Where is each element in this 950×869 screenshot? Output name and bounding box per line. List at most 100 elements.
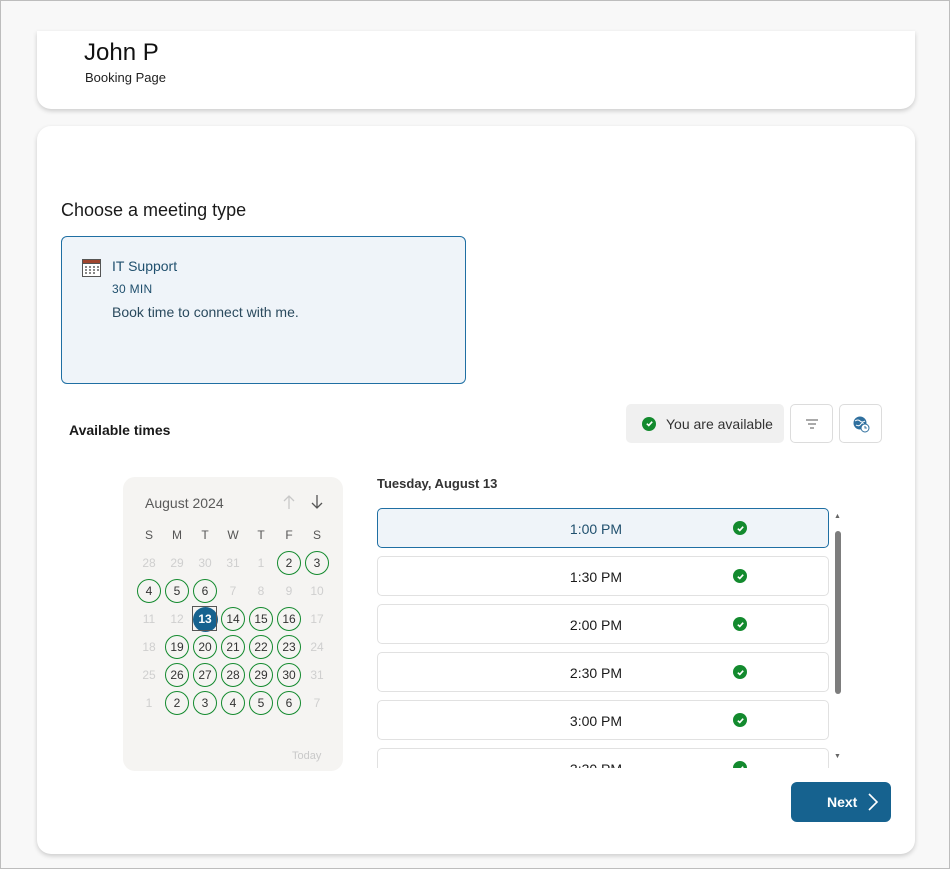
calendar-day[interactable]: 30 <box>275 661 303 689</box>
weekday-label: F <box>285 528 293 542</box>
check-circle-icon <box>733 665 747 679</box>
chevron-right-icon <box>868 793 879 811</box>
calendar-day[interactable]: 26 <box>163 661 191 689</box>
calendar-day[interactable]: 3 <box>303 549 331 577</box>
scroll-down-arrow-icon[interactable]: ▼ <box>834 753 841 760</box>
calendar-week-row: 11 12 13 14 15 16 17 <box>135 605 331 633</box>
calendar-day-number: 16 <box>277 607 301 631</box>
filter-button[interactable] <box>790 404 833 443</box>
time-slot-label: 2:00 PM <box>569 617 623 633</box>
calendar-day: 31 <box>219 549 247 577</box>
calendar-day[interactable]: 4 <box>219 689 247 717</box>
weekday-label: S <box>312 528 321 542</box>
calendar-day[interactable]: 4 <box>135 577 163 605</box>
calendar-day[interactable]: 28 <box>219 661 247 689</box>
calendar-month-label: August 2024 <box>145 495 224 511</box>
calendar-day-number: 9 <box>285 584 293 598</box>
calendar-day-number: 30 <box>198 556 212 570</box>
time-slot-label: 3:00 PM <box>569 713 623 729</box>
calendar-day-number: 2 <box>277 551 301 575</box>
calendar-day-number: 10 <box>310 584 324 598</box>
calendar-week-row: 18 19 20 21 22 23 24 <box>135 633 331 661</box>
calendar-day-number: 15 <box>249 607 273 631</box>
next-month-arrow-icon[interactable] <box>309 493 325 511</box>
weekday-label: S <box>144 528 153 542</box>
calendar-day-number: 3 <box>305 551 329 575</box>
calendar-day[interactable]: 2 <box>163 689 191 717</box>
calendar-day[interactable]: 29 <box>247 661 275 689</box>
scrollbar-thumb[interactable] <box>835 531 841 694</box>
calendar-day[interactable]: 21 <box>219 633 247 661</box>
calendar-day[interactable]: 16 <box>275 605 303 633</box>
calendar-day: 28 <box>135 549 163 577</box>
calendar-day: 10 <box>303 577 331 605</box>
calendar-day-number: 7 <box>229 584 237 598</box>
calendar-day-number: 25 <box>142 668 156 682</box>
calendar-day[interactable]: 2 <box>275 549 303 577</box>
calendar-day[interactable]: 23 <box>275 633 303 661</box>
today-link[interactable]: Today <box>292 750 321 762</box>
calendar-week-row: 28 29 30 31 1 2 3 <box>135 549 331 577</box>
calendar-day[interactable]: 6 <box>191 577 219 605</box>
weekday-label: T <box>257 528 265 542</box>
calendar-day[interactable]: 15 <box>247 605 275 633</box>
calendar-day-number: 12 <box>170 612 184 626</box>
calendar-day-number: 30 <box>277 663 301 687</box>
calendar-day-number: 4 <box>221 691 245 715</box>
calendar-day-number: 29 <box>249 663 273 687</box>
time-slot[interactable]: 1:00 PM <box>377 508 829 548</box>
calendar-day[interactable]: 6 <box>275 689 303 717</box>
calendar-day: 7 <box>303 689 331 717</box>
calendar-day[interactable]: 5 <box>163 577 191 605</box>
calendar-day-number: 26 <box>165 663 189 687</box>
meeting-type-card-it-support[interactable]: IT Support 30 MIN Book time to connect w… <box>61 236 466 384</box>
calendar-day-number: 19 <box>165 635 189 659</box>
weekday-label: T <box>201 528 209 542</box>
calendar-day[interactable]: 27 <box>191 661 219 689</box>
calendar-day[interactable]: 22 <box>247 633 275 661</box>
time-slot-list: 1:00 PM 1:30 PM 2:00 PM 2:30 PM 3:00 PM 3:30 … <box>377 508 829 768</box>
time-slot[interactable]: 2:00 PM <box>377 604 829 644</box>
calendar-day-selected[interactable]: 13 <box>191 605 219 633</box>
calendar-day-number: 31 <box>310 668 324 682</box>
calendar-day[interactable]: 5 <box>247 689 275 717</box>
availability-status-text: You are available <box>666 415 773 432</box>
time-slot[interactable]: 3:00 PM <box>377 700 829 740</box>
next-button[interactable]: Next <box>791 782 891 822</box>
calendar-day: 25 <box>135 661 163 689</box>
calendar-day: 11 <box>135 605 163 633</box>
meeting-type-heading: Choose a meeting type <box>61 200 247 220</box>
meeting-type-name: IT Support <box>112 258 178 274</box>
calendar-day[interactable]: 14 <box>219 605 247 633</box>
calendar-day: 12 <box>163 605 191 633</box>
weekday-header-row: SMTWTFS <box>135 528 331 542</box>
calendar-day-number: 28 <box>142 556 156 570</box>
time-slot-label: 1:30 PM <box>569 569 623 585</box>
time-slot-label: 1:00 PM <box>569 521 623 537</box>
calendar-day: 7 <box>219 577 247 605</box>
timezone-button[interactable] <box>839 404 882 443</box>
check-circle-icon <box>733 521 747 535</box>
calendar-day: 9 <box>275 577 303 605</box>
calendar-week-row: 25 26 27 28 29 30 31 <box>135 661 331 689</box>
previous-month-arrow-icon[interactable] <box>281 493 297 511</box>
time-slot[interactable]: 2:30 PM <box>377 652 829 692</box>
time-slot-scrollbar[interactable]: ▲ ▼ <box>834 513 842 765</box>
check-circle-icon <box>733 713 747 727</box>
time-slot-label: 3:30 PM <box>378 761 814 768</box>
calendar-day-number: 14 <box>221 607 245 631</box>
calendar-day[interactable]: 20 <box>191 633 219 661</box>
calendar-day[interactable]: 19 <box>163 633 191 661</box>
date-picker-calendar: August 2024 SMTWTFS 28 29 30 31 1 2 3 4 5 6 7 8 9 10 1… <box>123 477 343 771</box>
calendar-day[interactable]: 3 <box>191 689 219 717</box>
calendar-day-number: 13 <box>192 606 218 632</box>
time-slot[interactable]: 3:30 PM <box>377 748 829 768</box>
scroll-up-arrow-icon[interactable]: ▲ <box>834 513 841 520</box>
calendar-day-number: 28 <box>221 663 245 687</box>
filter-icon <box>805 419 818 428</box>
time-slot[interactable]: 1:30 PM <box>377 556 829 596</box>
calendar-day-number: 20 <box>193 635 217 659</box>
calendar-day: 1 <box>135 689 163 717</box>
calendar-day-number: 6 <box>277 691 301 715</box>
calendar-day-number: 21 <box>221 635 245 659</box>
